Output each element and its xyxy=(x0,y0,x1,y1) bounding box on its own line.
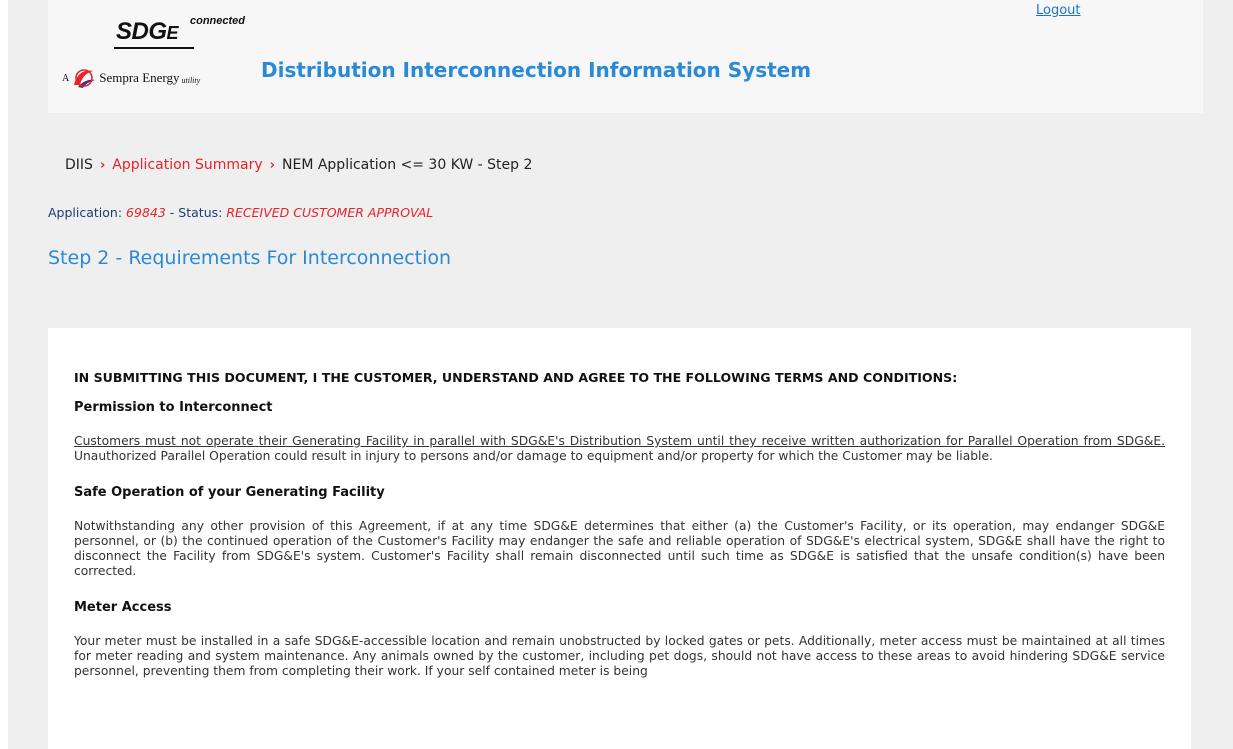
logo-prefix: A xyxy=(62,72,70,84)
logo-tagline: connected xyxy=(190,15,246,27)
status-value: RECEIVED CUSTOMER APPROVAL xyxy=(226,205,434,220)
terms-heading: IN SUBMITTING THIS DOCUMENT, I THE CUSTO… xyxy=(74,370,958,385)
application-label: Application: xyxy=(48,205,123,220)
section-body-permission: Customers must not operate their Generat… xyxy=(74,434,1165,464)
breadcrumb-current: NEM Application <= 30 KW - Step 2 xyxy=(282,157,533,173)
breadcrumb-separator-icon: › xyxy=(99,157,106,173)
section-title-meter-access: Meter Access xyxy=(74,600,172,615)
sempra-flame-icon xyxy=(74,69,96,88)
breadcrumb: DIIS › Application Summary › NEM Applica… xyxy=(65,157,532,173)
left-edge-strip xyxy=(0,0,8,749)
breadcrumb-home[interactable]: DIIS xyxy=(65,157,93,173)
breadcrumb-separator-icon: › xyxy=(269,157,275,173)
site-header: Logout SDGE connected A Sempra Energy ut… xyxy=(48,0,1203,113)
application-dash: - xyxy=(169,205,175,220)
logout-link[interactable]: Logout xyxy=(1036,3,1081,18)
logo-suffix: utility xyxy=(181,75,201,85)
step-title: Step 2 - Requirements For Interconnectio… xyxy=(48,247,452,269)
terms-panel: IN SUBMITTING THIS DOCUMENT, I THE CUSTO… xyxy=(48,328,1191,749)
breadcrumb-application-summary[interactable]: Application Summary xyxy=(112,157,262,173)
permission-underlined-text: Customers must not operate their Generat… xyxy=(74,434,1165,448)
application-status-line: Application: 69843 - Status: RECEIVED CU… xyxy=(48,205,433,220)
permission-body-text: Unauthorized Parallel Operation could re… xyxy=(74,449,993,463)
sdge-logo[interactable]: SDGE connected A Sempra Energy utility xyxy=(62,12,252,102)
status-label: Status: xyxy=(178,205,223,220)
logo-sempra-line: A Sempra Energy utility xyxy=(62,64,200,92)
site-title: Distribution Interconnection Information… xyxy=(261,58,812,82)
section-body-safe-operation: Notwithstanding any other provision of t… xyxy=(74,519,1165,578)
logo-underline xyxy=(114,47,194,49)
section-body-meter-access: Your meter must be installed in a safe S… xyxy=(74,634,1165,678)
logo-company: Sempra Energy xyxy=(99,70,180,85)
logo-brand: SDGE xyxy=(116,18,179,45)
section-title-permission: Permission to Interconnect xyxy=(74,400,273,415)
section-title-safe-operation: Safe Operation of your Generating Facili… xyxy=(74,485,385,500)
application-id: 69843 xyxy=(126,205,166,220)
